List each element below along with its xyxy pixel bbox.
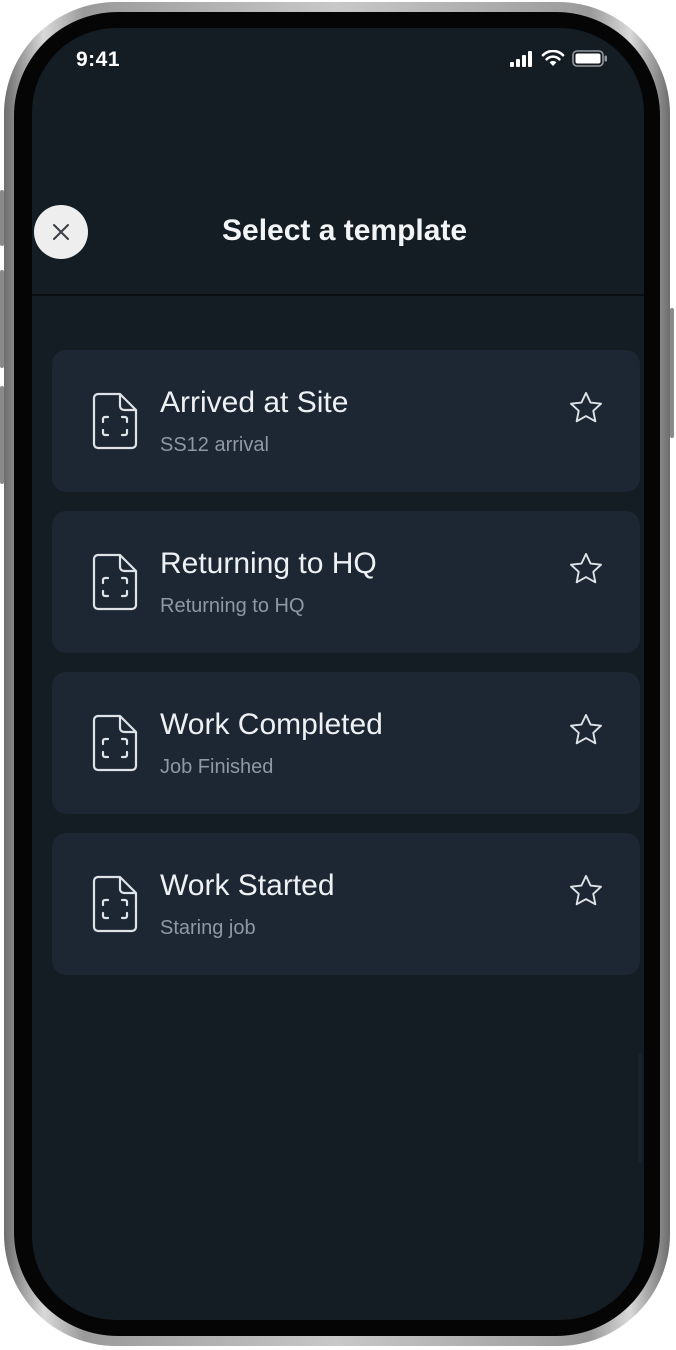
template-title: Returning to HQ: [160, 547, 377, 580]
document-icon: [92, 392, 138, 450]
power-button: [670, 308, 674, 438]
template-card[interactable]: Arrived at Site SS12 arrival: [52, 350, 640, 492]
app-screen: 9:41 Select a template Arrived at Site S…: [32, 28, 644, 1320]
favorite-button[interactable]: [564, 547, 608, 591]
document-icon: [92, 714, 138, 772]
favorite-button[interactable]: [564, 869, 608, 913]
template-subtitle: Staring job: [160, 917, 256, 939]
page-title: Select a template: [222, 214, 468, 247]
document-icon: [92, 553, 138, 611]
star-outline-icon: [570, 392, 602, 423]
template-subtitle: SS12 arrival: [160, 434, 269, 456]
template-title: Work Started: [160, 869, 335, 902]
close-button[interactable]: [34, 205, 88, 259]
status-bar: 9:41: [32, 28, 644, 98]
template-card[interactable]: Work Started Staring job: [52, 833, 640, 975]
template-card[interactable]: Returning to HQ Returning to HQ: [52, 511, 640, 653]
favorite-button[interactable]: [564, 386, 608, 430]
volume-up-button: [0, 270, 4, 368]
status-icons: [510, 50, 608, 67]
modal-header: Select a template: [32, 198, 644, 296]
star-outline-icon: [570, 875, 602, 906]
scroll-indicator: [638, 1053, 642, 1163]
template-card[interactable]: Work Completed Job Finished: [52, 672, 640, 814]
favorite-button[interactable]: [564, 708, 608, 752]
template-title: Arrived at Site: [160, 386, 349, 419]
cellular-signal-icon: [510, 50, 532, 67]
star-outline-icon: [570, 553, 602, 584]
template-subtitle: Returning to HQ: [160, 595, 305, 617]
silent-switch: [0, 190, 4, 246]
template-subtitle: Job Finished: [160, 756, 274, 778]
wifi-icon: [541, 50, 565, 66]
document-icon: [92, 875, 138, 933]
battery-icon: [572, 50, 607, 67]
star-outline-icon: [570, 714, 602, 745]
template-title: Work Completed: [160, 708, 383, 741]
volume-down-button: [0, 386, 4, 484]
template-list: Arrived at Site SS12 arrival Returning t…: [52, 350, 640, 994]
close-icon: [53, 224, 69, 240]
status-time: 9:41: [76, 48, 121, 71]
